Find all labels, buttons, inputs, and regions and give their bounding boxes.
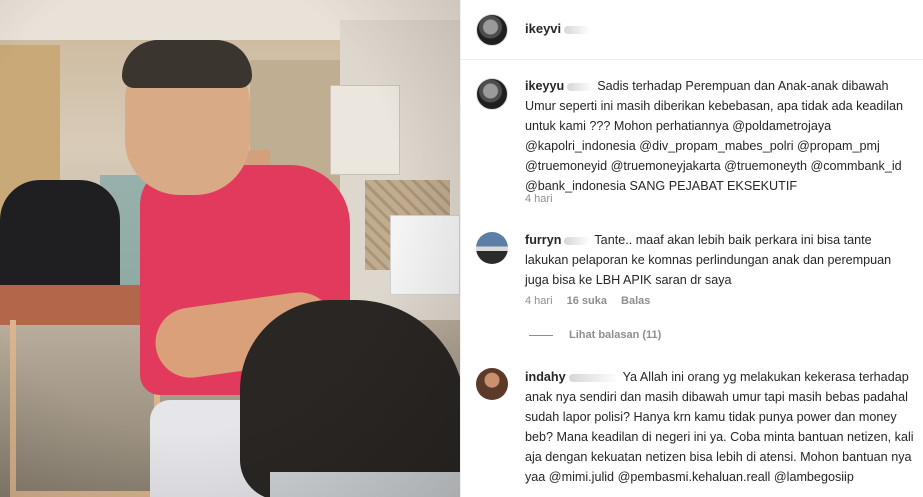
blurred-name	[567, 82, 594, 91]
comment-body: ikeyyu Sadis terhadap Perempuan dan Anak-…	[525, 76, 915, 196]
comment-text-rest: terhadap anak nya sendiri dan masih diba…	[525, 370, 914, 484]
comment-body: indahy Ya Allah ini orang yg melakukan ke…	[525, 367, 915, 487]
comment-text-first-line: Ya Allah ini orang yg melakukan kekerasa	[622, 370, 856, 384]
comment-body: furryn Tante.. maaf akan lebih baik perka…	[525, 230, 915, 290]
post-author-username[interactable]: ikeyvi	[525, 21, 591, 36]
media-vignette	[0, 0, 460, 497]
comment-username-text[interactable]: furryn	[525, 233, 561, 247]
profile-avatar[interactable]	[476, 368, 508, 400]
comment-username-text[interactable]: ikeyyu	[525, 79, 564, 93]
post-author-name[interactable]: ikeyvi	[525, 21, 561, 36]
profile-avatar[interactable]	[476, 232, 508, 264]
view-replies-label[interactable]: Lihat balasan (11)	[569, 329, 661, 341]
comment-username[interactable]: ikeyyu	[525, 79, 594, 93]
post-media-image[interactable]	[0, 0, 460, 497]
comment-time[interactable]: 4 hari	[525, 295, 553, 307]
blurred-name	[564, 25, 591, 34]
replies-divider	[529, 334, 553, 336]
comment-text-first-line: Tante.. maaf akan lebih baik perkara ini…	[594, 233, 872, 247]
comment-time[interactable]: 4 hari	[525, 193, 553, 205]
reply-button[interactable]: Balas	[621, 295, 650, 307]
view-replies-button[interactable]: Lihat balasan (11)	[529, 329, 661, 341]
comment-meta: 4 hari	[525, 193, 564, 205]
comments-panel: ikeyvi ikeyyu Sadis terhadap Perempuan da…	[460, 0, 923, 497]
comment-likes[interactable]: 16 suka	[567, 295, 607, 307]
post-header: ikeyvi	[461, 0, 923, 60]
comment-text-rest: lakukan pelaporan ke komnas perlindungan…	[525, 253, 892, 287]
comment-text-rest: Umur seperti ini masih diberikan kebebas…	[525, 99, 904, 193]
blurred-name	[568, 373, 619, 382]
comment-meta: 4 hari 16 suka Balas	[525, 295, 661, 307]
profile-avatar[interactable]	[476, 14, 508, 46]
comment-username[interactable]: furryn	[525, 233, 591, 247]
comment-text-first-line: Sadis terhadap Perempuan dan Anak-anak d…	[597, 79, 889, 93]
comment-username-text[interactable]: indahy	[525, 370, 566, 384]
comment-username[interactable]: indahy	[525, 370, 619, 384]
blurred-name	[564, 236, 591, 245]
profile-avatar[interactable]	[476, 78, 508, 110]
